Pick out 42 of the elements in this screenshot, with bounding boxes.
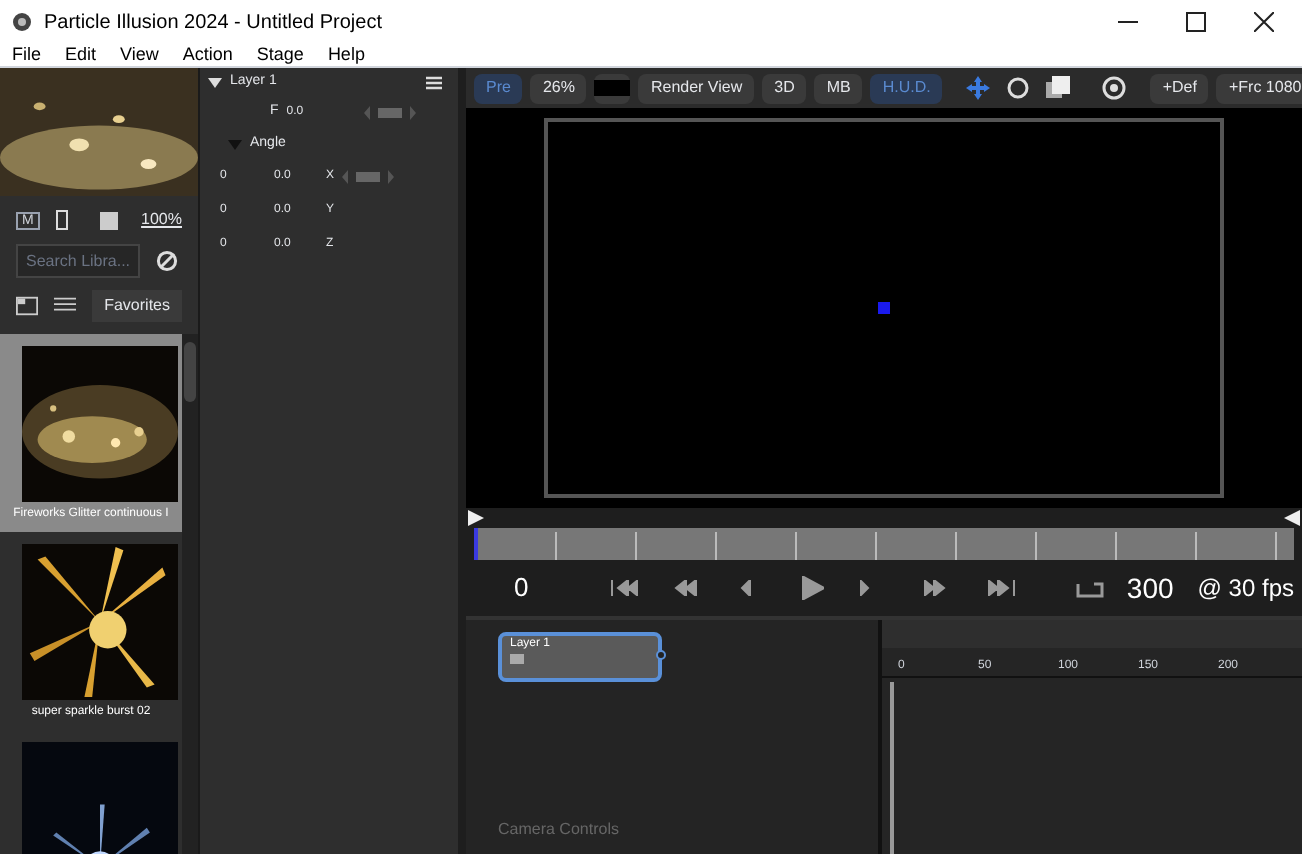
keyframe-nav-icon[interactable] (363, 105, 416, 119)
toggle-button[interactable]: 3D (762, 73, 807, 103)
skip-start-icon[interactable] (610, 580, 638, 596)
fps-label: @ 30 fps (1197, 572, 1294, 606)
maximize-icon[interactable] (1186, 12, 1206, 32)
menu-item[interactable]: Edit (65, 46, 97, 64)
square-icon[interactable] (99, 211, 118, 229)
layers-icon[interactable] (1046, 76, 1071, 100)
toolbar-button[interactable]: +Frc 1080 (1216, 73, 1302, 103)
menu-item[interactable]: File (12, 46, 42, 64)
output-port[interactable] (656, 650, 666, 660)
clear-icon[interactable] (156, 250, 178, 272)
menu-item[interactable]: Help (327, 46, 365, 64)
start-frame[interactable]: 0 (514, 568, 594, 608)
move-icon[interactable] (966, 76, 991, 100)
layer-icon (510, 654, 524, 664)
dropdown-button[interactable]: 26% (530, 73, 587, 103)
play-icon[interactable] (802, 576, 824, 600)
zoom-label[interactable]: 100% (141, 208, 182, 232)
menu-icon[interactable] (426, 75, 442, 89)
rewind-icon[interactable] (674, 580, 702, 596)
menu-item[interactable]: View (120, 46, 159, 64)
skip-end-icon[interactable] (988, 580, 1016, 596)
expand-arrow-icon[interactable] (208, 75, 222, 89)
end-frame[interactable]: 300 (1126, 567, 1174, 609)
window-title: Particle Illusion 2024 - Untitled Project (44, 9, 382, 37)
toggle-button[interactable]: MB (814, 73, 863, 103)
section-label: Camera Controls (498, 818, 621, 842)
favorites-tab[interactable]: Favorites (92, 290, 182, 322)
search-field[interactable]: Search Libra... (16, 244, 140, 278)
keyframe-nav-icon[interactable] (342, 170, 395, 184)
panel-icon[interactable] (16, 296, 39, 316)
close-icon[interactable] (1254, 12, 1274, 32)
app-icon (12, 12, 32, 32)
dropdown-button[interactable]: Render View (638, 73, 755, 103)
scrollbar-thumb[interactable] (184, 342, 196, 402)
loop-icon[interactable] (1076, 579, 1104, 597)
menu-item[interactable]: Action (182, 46, 233, 64)
menu-item[interactable]: Stage (256, 46, 304, 64)
color-swatch[interactable] (594, 73, 631, 103)
list-icon[interactable] (54, 296, 77, 316)
toolbar-button[interactable]: +Def (1150, 73, 1209, 103)
